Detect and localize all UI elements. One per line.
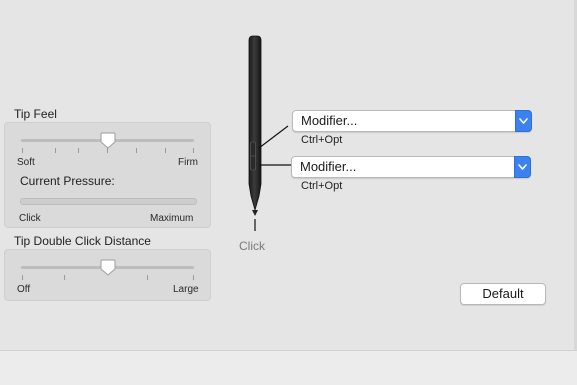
upper-button-value: Modifier... xyxy=(301,113,358,128)
pen-illustration xyxy=(248,35,291,231)
slider-tick xyxy=(193,275,194,280)
tip-feel-max-label: Firm xyxy=(178,157,198,168)
bottom-bar xyxy=(0,350,577,385)
upper-button-sub-label: Ctrl+Opt xyxy=(301,134,343,146)
slider-tick xyxy=(165,148,166,153)
slider-tick xyxy=(193,148,194,153)
double-click-max-label: Large xyxy=(173,284,199,295)
slider-tick xyxy=(22,275,23,280)
double-click-distance-group: Off Large xyxy=(4,249,211,301)
double-click-slider-thumb[interactable] xyxy=(100,259,116,276)
lower-button-sub-label: Ctrl+Opt xyxy=(301,180,343,192)
pressure-max-label: Maximum xyxy=(150,213,194,224)
slider-tick xyxy=(64,275,65,280)
lower-button-popup[interactable]: Modifier... xyxy=(291,156,531,178)
current-pressure-bar xyxy=(20,198,197,205)
tip-feel-min-label: Soft xyxy=(17,157,35,168)
slider-tick xyxy=(22,148,23,153)
tip-feel-group: Soft Firm Current Pressure: Click Maximu… xyxy=(4,122,211,228)
double-click-min-label: Off xyxy=(17,284,31,295)
slider-tick xyxy=(55,148,56,153)
chevron-down-icon[interactable] xyxy=(514,156,531,178)
current-pressure-label: Current Pressure: xyxy=(20,174,115,188)
tip-feel-title: Tip Feel xyxy=(14,107,57,121)
chevron-down-icon[interactable] xyxy=(515,110,532,132)
slider-tick xyxy=(147,275,148,280)
double-click-distance-title: Tip Double Click Distance xyxy=(14,234,151,248)
pen-tip-click-label: Click xyxy=(239,239,265,253)
pressure-min-label: Click xyxy=(19,213,41,224)
default-button[interactable]: Default xyxy=(460,283,546,305)
slider-tick xyxy=(78,148,79,153)
pen-settings-panel: Tip Feel Soft Firm Current Pressure: Cli… xyxy=(0,0,577,385)
lower-button-value: Modifier... xyxy=(300,159,357,174)
tip-feel-slider-thumb[interactable] xyxy=(100,132,116,149)
slider-tick xyxy=(136,148,137,153)
upper-button-popup[interactable]: Modifier... xyxy=(292,110,532,132)
